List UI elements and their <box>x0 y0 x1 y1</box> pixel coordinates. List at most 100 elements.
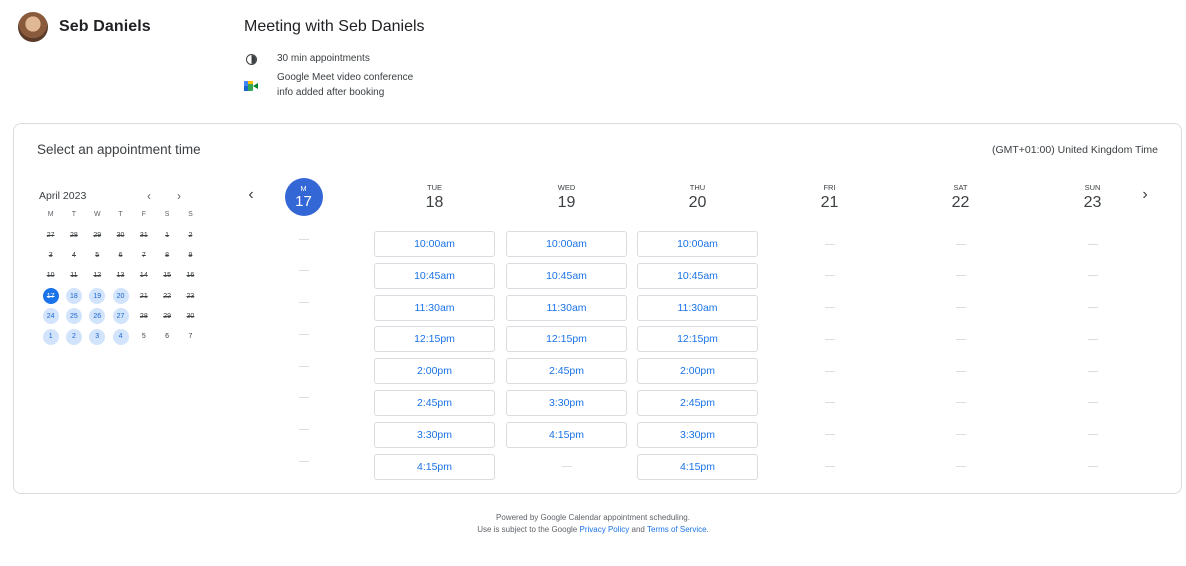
mini-calendar-day[interactable]: 26 <box>86 306 109 326</box>
time-slot-button[interactable]: 10:00am <box>374 231 495 257</box>
mini-calendar-day-number: 1 <box>165 231 170 239</box>
mini-calendar-day[interactable]: 1 <box>39 326 62 346</box>
mini-calendar-day[interactable]: 3 <box>86 326 109 346</box>
empty-slot <box>900 454 1021 480</box>
mini-calendar-day[interactable]: 25 <box>62 306 85 326</box>
empty-slot <box>1032 263 1153 289</box>
empty-slot <box>769 326 890 352</box>
mini-calendar-day: 1 <box>155 225 178 245</box>
day-header: SUN 23 <box>1032 183 1153 231</box>
mini-calendar-day-number: 5 <box>141 333 146 341</box>
mini-calendar-weekdays: MTWTFSS <box>39 211 194 221</box>
mini-calendar-day: 6 <box>155 326 178 346</box>
mini-calendar-month: April 2023 <box>39 190 87 202</box>
mini-calendar-day[interactable]: 2 <box>62 326 85 346</box>
time-slot-button[interactable]: 11:30am <box>637 294 758 321</box>
day-column: TUE 18 10:00am 10:45am 11:30am 12:15pm 2:00pm 2… <box>374 176 495 485</box>
empty-slot <box>243 290 364 316</box>
empty-slot <box>769 263 890 289</box>
mini-calendar-day-number: 12 <box>93 272 102 280</box>
mini-calendar-day[interactable]: 17 <box>39 286 62 306</box>
time-slot-button[interactable]: 2:45pm <box>506 358 627 385</box>
time-slot-button[interactable]: 10:00am <box>506 231 627 257</box>
time-slot-button[interactable]: 11:30am <box>506 294 627 321</box>
time-slot-button[interactable]: 3:30pm <box>637 421 758 448</box>
mini-calendar-day-number: 3 <box>89 328 106 345</box>
empty-slot <box>900 263 1021 289</box>
mini-calendar-day-number: 4 <box>112 328 129 345</box>
day-header: TUE 18 <box>374 183 495 231</box>
mini-calendar-day[interactable]: 19 <box>86 286 109 306</box>
mini-calendar-prev-button[interactable]: ‹ <box>134 189 164 203</box>
mini-calendar-day[interactable]: 18 <box>62 286 85 306</box>
time-slot-button[interactable]: 4:15pm <box>374 453 495 480</box>
mini-calendar-day-number: 9 <box>188 251 193 259</box>
day-header: WED 19 <box>506 183 627 231</box>
mini-calendar-day[interactable]: 4 <box>109 326 132 346</box>
time-slot-button[interactable]: 10:45am <box>374 262 495 289</box>
day-of-week-label: SAT <box>953 183 968 192</box>
day-header: THU 20 <box>637 183 758 231</box>
day-header: FRI 21 <box>769 183 890 231</box>
time-slot-button[interactable]: 12:15pm <box>637 326 758 353</box>
time-slot-button[interactable]: 3:30pm <box>506 389 627 416</box>
empty-slot <box>506 454 627 480</box>
time-slot-button[interactable]: 2:45pm <box>374 389 495 416</box>
mini-calendar-next-button[interactable]: › <box>164 189 194 203</box>
footer: Powered by Google Calendar appointment s… <box>0 512 1186 535</box>
mini-calendar-day: 11 <box>62 266 85 286</box>
footer-terms-line: Use is subject to the Google Privacy Pol… <box>0 524 1186 536</box>
time-slot-button[interactable]: 12:15pm <box>374 326 495 353</box>
mini-calendar-weekday: M <box>47 211 54 218</box>
time-slot-button[interactable]: 2:00pm <box>637 358 758 385</box>
time-slot-button[interactable]: 2:45pm <box>637 389 758 416</box>
empty-slot <box>1032 390 1153 416</box>
mini-calendar-day-number: 29 <box>93 231 102 239</box>
day-of-week-label: THU <box>689 183 706 192</box>
mini-calendar-day-number: 6 <box>165 333 170 341</box>
day-of-week-label: WED <box>557 183 576 192</box>
privacy-policy-link[interactable]: Privacy Policy <box>580 525 630 534</box>
time-slot-button[interactable]: 11:30am <box>374 294 495 321</box>
empty-slot <box>769 422 890 448</box>
time-slot-button[interactable]: 10:45am <box>637 262 758 289</box>
mini-calendar-day: 13 <box>109 266 132 286</box>
time-slot-button[interactable]: 10:45am <box>506 262 627 289</box>
time-slot-button[interactable]: 10:00am <box>637 231 758 257</box>
footer-period: . <box>706 524 709 534</box>
mini-calendar-day-number: 27 <box>46 231 55 239</box>
mini-calendar-day: 7 <box>179 326 202 346</box>
time-slot-button[interactable]: 4:15pm <box>506 421 627 448</box>
mini-calendar-day-number: 30 <box>186 312 195 320</box>
mini-calendar-day: 5 <box>86 245 109 265</box>
day-header: SAT 22 <box>900 183 1021 231</box>
empty-slot <box>243 449 364 475</box>
time-slot-button[interactable]: 4:15pm <box>637 453 758 480</box>
mini-calendar-day: 31 <box>132 225 155 245</box>
mini-calendar-day-number: 11 <box>70 272 78 280</box>
empty-slot <box>1032 231 1153 257</box>
mini-calendar-day-number: 28 <box>139 312 148 320</box>
time-slot-button[interactable]: 2:00pm <box>374 358 495 385</box>
mini-calendar-day-number: 16 <box>186 272 195 280</box>
day-header: M 17 <box>243 178 364 226</box>
host-header: Seb Daniels <box>18 12 151 42</box>
day-date-label: 19 <box>557 194 576 211</box>
day-date-label: 22 <box>951 194 970 211</box>
mini-calendar-day-number: 14 <box>139 272 148 280</box>
terms-of-service-link[interactable]: Terms of Service <box>647 525 707 534</box>
mini-calendar-day[interactable]: 20 <box>109 286 132 306</box>
time-slot-button[interactable]: 12:15pm <box>506 326 627 353</box>
mini-calendar-day-number: 5 <box>95 251 100 259</box>
mini-calendar-day-number: 29 <box>163 312 172 320</box>
time-slot-button[interactable]: 3:30pm <box>374 421 495 448</box>
mini-calendar-day-number: 21 <box>139 292 148 300</box>
mini-calendar-day[interactable]: 24 <box>39 306 62 326</box>
mini-calendar-day-number: 6 <box>118 251 123 259</box>
mini-calendar-weekday: S <box>188 211 193 218</box>
empty-slot <box>900 231 1021 257</box>
mini-calendar-weekday: W <box>93 211 101 218</box>
mini-calendar-day[interactable]: 27 <box>109 306 132 326</box>
empty-slot <box>243 385 364 411</box>
empty-slot <box>900 358 1021 384</box>
